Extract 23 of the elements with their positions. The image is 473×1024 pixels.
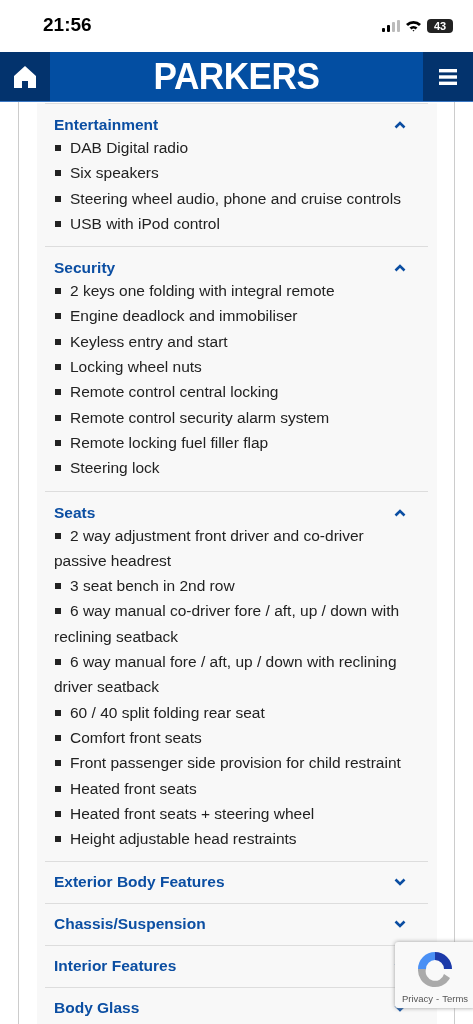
section-header[interactable]: Interior Features [54,956,177,977]
chevron-down-icon[interactable] [394,920,406,929]
chevron-up-icon[interactable] [394,508,406,517]
chevron-down-icon[interactable] [394,878,406,887]
section-header[interactable]: Exterior Body Features [54,872,225,893]
section-header[interactable]: Body Glass [54,998,140,1019]
battery-level: 43 [427,19,453,33]
home-icon [13,64,37,89]
menu-button[interactable] [423,52,473,101]
status-time: 21:56 [43,14,92,36]
wifi-icon [405,20,422,32]
terms-link[interactable]: Terms [442,993,469,1004]
privacy-link[interactable]: Privacy [401,993,434,1004]
menu-icon [439,67,457,86]
signal-icon [382,20,400,32]
home-button[interactable] [0,52,50,101]
link-separator: - [436,993,440,1004]
section-header[interactable]: Seats [54,502,96,523]
chevron-up-icon[interactable] [394,264,406,273]
section-header[interactable]: Security [54,258,116,279]
section-header[interactable]: Chassis/Suspension [54,914,206,935]
section-header[interactable]: Entertainment [54,115,159,135]
chevron-up-icon[interactable] [394,121,406,129]
